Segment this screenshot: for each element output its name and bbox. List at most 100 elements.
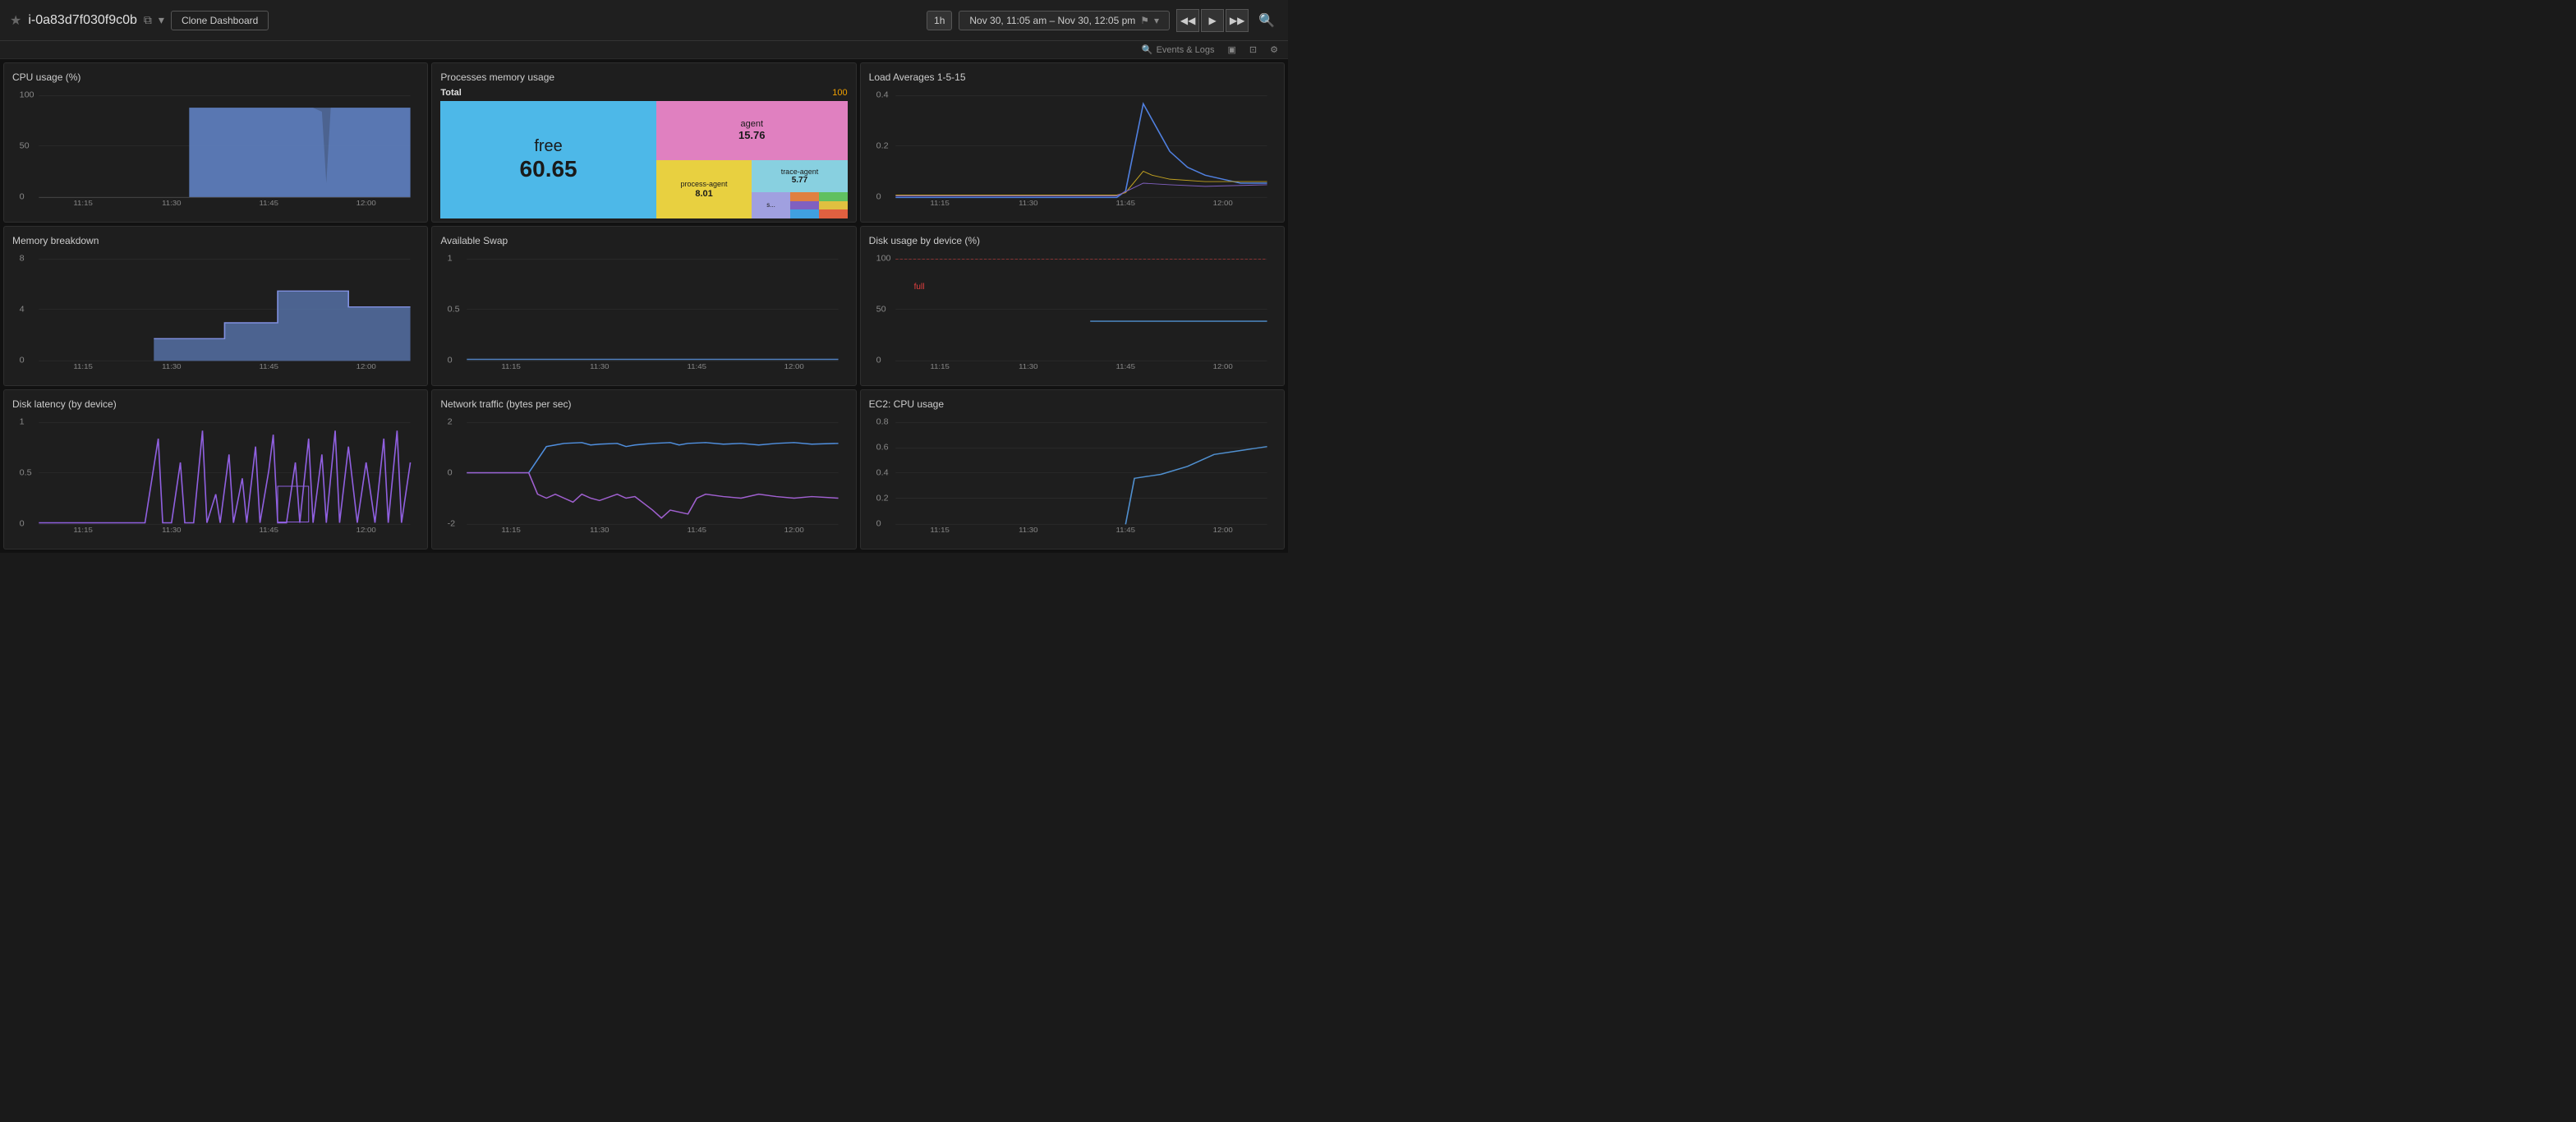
treemap-trace-value: 5.77	[792, 176, 807, 185]
treemap-trace-cell: trace-agent 5.77	[752, 160, 847, 192]
disk-usage-chart: full 100 50 0 11:15 11:30 11:45 12:00	[869, 251, 1276, 370]
flag-icon: ⚑	[1140, 15, 1149, 26]
y-min-label: 0	[20, 193, 25, 201]
svg-text:11:15: 11:15	[73, 200, 92, 207]
search-button[interactable]: 🔍	[1255, 9, 1278, 32]
network-traffic-chart: 2 0 -2 11:15 11:30 11:45 12:00	[440, 415, 847, 534]
load-avg-5-line	[895, 172, 1267, 195]
svg-text:11:15: 11:15	[502, 527, 521, 534]
svg-text:11:45: 11:45	[1116, 363, 1134, 370]
time-range-text: Nov 30, 11:05 am – Nov 30, 12:05 pm	[969, 15, 1135, 26]
treemap-micro	[790, 192, 848, 218]
treemap-trace-label: trace-agent	[781, 168, 819, 176]
svg-text:12:00: 12:00	[1212, 527, 1232, 534]
svg-text:11:45: 11:45	[688, 527, 706, 534]
display-icon[interactable]: ⊡	[1249, 44, 1257, 55]
svg-text:11:15: 11:15	[73, 363, 92, 370]
available-swap-chart: 1 0.5 0 11:15 11:30 11:45 12:00	[440, 251, 847, 370]
svg-text:-2: -2	[448, 520, 456, 528]
svg-text:11:45: 11:45	[1116, 527, 1134, 534]
svg-text:11:30: 11:30	[1019, 200, 1037, 207]
sub-header: 🔍 Events & Logs ▣ ⊡ ⚙	[0, 41, 1288, 59]
network-in-line	[467, 443, 839, 473]
treemap-micro-row2	[790, 201, 848, 210]
load-averages-title: Load Averages 1-5-15	[869, 71, 1276, 83]
treemap-s-label: s...	[766, 201, 775, 209]
disk-full-label: full	[914, 283, 925, 292]
load-averages-widget: Load Averages 1-5-15 0.4 0.2 0 11:15 11:…	[860, 62, 1285, 223]
treemap-m2	[819, 201, 848, 210]
chevron-down-icon[interactable]: ▾	[159, 13, 164, 27]
svg-text:1: 1	[20, 418, 25, 426]
treemap-container: free 60.65 agent 15.76 process-agent 8.0…	[440, 101, 847, 218]
load-avg-1-line	[895, 103, 1267, 197]
processes-memory-title: Processes memory usage	[440, 71, 847, 83]
svg-text:0.6: 0.6	[876, 444, 888, 452]
svg-text:11:15: 11:15	[930, 363, 949, 370]
treemap-total-value: 100	[832, 88, 847, 98]
svg-text:0.8: 0.8	[876, 418, 888, 426]
load-averages-chart: 0.4 0.2 0 11:15 11:30 11:45 12:00	[869, 88, 1276, 207]
time-period-button[interactable]: 1h	[927, 11, 952, 30]
ec2-cpu-line	[1125, 447, 1267, 525]
svg-text:12:00: 12:00	[784, 527, 804, 534]
treemap-free-label: free	[534, 137, 562, 156]
treemap-m3	[790, 209, 819, 218]
svg-text:0: 0	[876, 193, 881, 201]
memory-breakdown-widget: Memory breakdown 8 4 0 11:15 11:30 11:45…	[3, 226, 428, 386]
disk-usage-widget: Disk usage by device (%) full 100 50 0 1…	[860, 226, 1285, 386]
svg-text:0.4: 0.4	[876, 91, 888, 99]
memory-breakdown-chart: 8 4 0 11:15 11:30 11:45 12:00	[12, 251, 419, 370]
available-swap-title: Available Swap	[440, 235, 847, 246]
treemap-micro-row3	[790, 209, 848, 218]
svg-text:0.2: 0.2	[876, 494, 888, 503]
treemap-total-label: Total	[440, 88, 461, 98]
svg-text:11:30: 11:30	[162, 363, 181, 370]
svg-text:11:15: 11:15	[930, 527, 949, 534]
disk-usage-title: Disk usage by device (%)	[869, 235, 1276, 246]
header-left: ★ i-0a83d7f030f9c0b ⧉ ▾ Clone Dashboard	[10, 11, 269, 30]
svg-text:11:15: 11:15	[73, 527, 92, 534]
monitor-icon[interactable]: ▣	[1228, 44, 1236, 55]
dashboard-title: i-0a83d7f030f9c0b	[28, 13, 137, 28]
treemap-process-value: 8.01	[695, 189, 712, 199]
treemap-s-cell: s...	[752, 192, 790, 218]
svg-text:0.5: 0.5	[448, 306, 460, 314]
memory-area	[154, 291, 410, 361]
dropdown-icon[interactable]: ▾	[1154, 15, 1159, 26]
network-traffic-widget: Network traffic (bytes per sec) 2 0 -2 1…	[431, 389, 856, 550]
disk-latency-title: Disk latency (by device)	[12, 398, 419, 410]
svg-text:0: 0	[20, 356, 25, 365]
settings-icon[interactable]: ⚙	[1270, 44, 1278, 55]
svg-text:11:30: 11:30	[590, 527, 609, 534]
clone-dashboard-button[interactable]: Clone Dashboard	[171, 11, 269, 30]
rewind-button[interactable]: ◀◀	[1176, 9, 1199, 32]
treemap-free-cell: free 60.65	[440, 101, 656, 218]
svg-text:4: 4	[20, 306, 25, 314]
treemap-tiny: s...	[752, 192, 847, 218]
header: ★ i-0a83d7f030f9c0b ⧉ ▾ Clone Dashboard …	[0, 0, 1288, 41]
treemap-agent-value: 15.76	[738, 129, 766, 141]
svg-text:11:45: 11:45	[260, 200, 278, 207]
star-icon[interactable]: ★	[10, 12, 21, 29]
events-logs-link[interactable]: 🔍 Events & Logs	[1142, 44, 1215, 55]
treemap-m1	[790, 201, 819, 210]
y-max-label: 100	[20, 91, 34, 99]
ec2-cpu-title: EC2: CPU usage	[869, 398, 1276, 410]
y-mid-label: 50	[20, 142, 30, 150]
ec2-cpu-chart: 0.8 0.6 0.4 0.2 0 11:15 11:30 11:45 12:0…	[869, 415, 1276, 534]
treemap-micro-row1	[790, 192, 848, 201]
disk-chart-svg: 100 50 0 11:15 11:30 11:45 12:00	[869, 251, 1276, 370]
copy-icon[interactable]: ⧉	[144, 13, 152, 27]
load-avg-15-line	[895, 183, 1267, 195]
svg-text:100: 100	[876, 255, 890, 263]
svg-text:0.5: 0.5	[20, 469, 32, 477]
time-range-display[interactable]: Nov 30, 11:05 am – Nov 30, 12:05 pm ⚑ ▾	[959, 11, 1170, 30]
play-button[interactable]: ▶	[1201, 9, 1224, 32]
forward-button[interactable]: ▶▶	[1226, 9, 1249, 32]
disk-latency-chart: 1 0.5 0 11:15 11:30 11:45 12:00	[12, 415, 419, 534]
svg-text:11:45: 11:45	[260, 363, 278, 370]
cpu-usage-chart: 100 50 0 11:15 11:30 11:45 12:00	[12, 88, 419, 207]
treemap-bottom: process-agent 8.01 trace-agent 5.77 s...	[656, 160, 848, 219]
svg-text:12:00: 12:00	[1212, 363, 1232, 370]
